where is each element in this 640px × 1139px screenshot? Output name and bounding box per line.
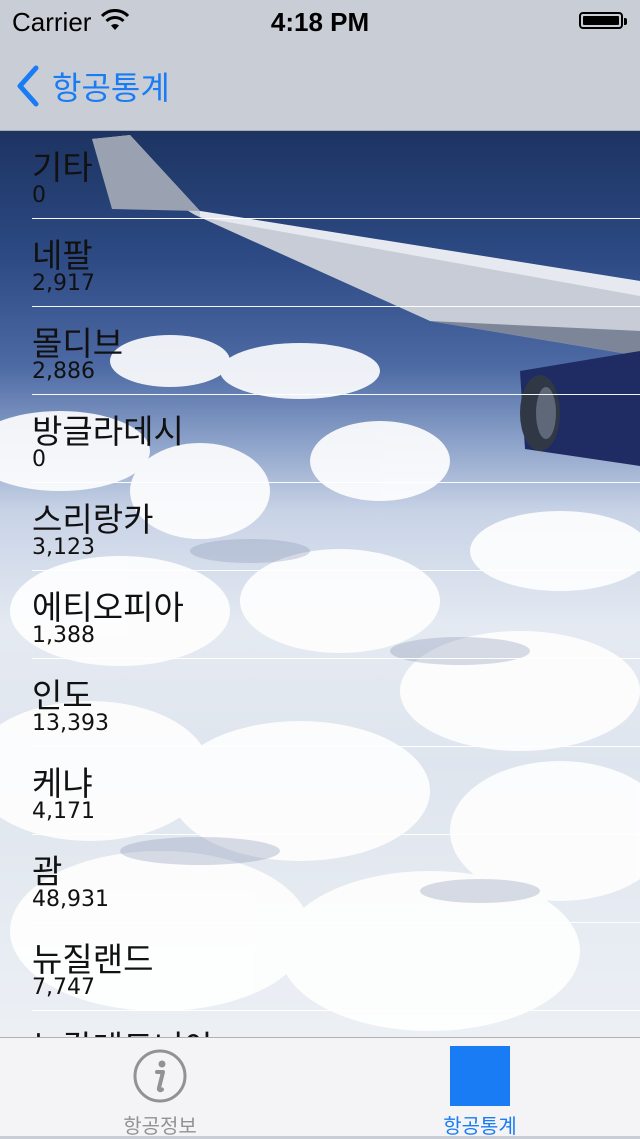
list-item[interactable]: 뉴질랜드 7,747 [32, 923, 640, 1011]
status-bar: Carrier 4:18 PM [0, 0, 640, 40]
battery-icon [579, 12, 627, 29]
info-icon [133, 1049, 187, 1103]
passenger-count: 48,931 [32, 887, 109, 912]
list-item[interactable]: 에티오피아 1,388 [32, 571, 640, 659]
list-item[interactable]: 인도 13,393 [32, 659, 640, 747]
country-name: 몰디브 [32, 324, 124, 363]
tab-label: 항공정보 [123, 1114, 197, 1138]
list-item[interactable]: 네팔 2,917 [32, 219, 640, 307]
list-item[interactable]: 뉴칼레도니아 [32, 1011, 640, 1037]
back-label: 항공통계 [52, 69, 170, 107]
passenger-count: 4,171 [32, 799, 95, 824]
passenger-count: 7,747 [32, 975, 95, 1000]
country-name: 뉴칼레도니아 [32, 1021, 214, 1037]
passenger-count: 1,388 [32, 623, 95, 648]
country-name: 스리랑카 [32, 500, 154, 539]
tab-bar: 항공정보 항공통계 [0, 1037, 640, 1138]
country-name: 방글라데시 [32, 412, 184, 451]
country-name: 기타 [32, 148, 93, 187]
clock: 4:18 PM [270, 7, 370, 37]
passenger-count: 0 [32, 183, 46, 208]
tab-flight-statistics[interactable]: 항공통계 [320, 1038, 640, 1138]
list-item[interactable]: 괌 48,931 [32, 835, 640, 923]
list-item[interactable]: 몰디브 2,886 [32, 307, 640, 395]
back-button[interactable]: 항공통계 [14, 64, 170, 108]
tab-label: 항공통계 [443, 1114, 517, 1138]
statistics-list-view[interactable]: 기타 0 네팔 2,917 몰디브 2,886 방글라데시 0 스리랑카 3,1… [0, 131, 640, 1037]
list-item[interactable]: 방글라데시 0 [32, 395, 640, 483]
country-name: 에티오피아 [32, 588, 184, 627]
country-name: 네팔 [32, 236, 93, 275]
country-name: 인도 [32, 676, 93, 715]
list-item[interactable]: 스리랑카 3,123 [32, 483, 640, 571]
passenger-count: 2,917 [32, 271, 95, 296]
passenger-count: 0 [32, 447, 46, 472]
passenger-count: 13,393 [32, 711, 109, 736]
country-name: 괌 [32, 852, 63, 891]
square-icon [450, 1046, 510, 1106]
list-item[interactable]: 기타 0 [32, 131, 640, 219]
chevron-left-icon [17, 65, 39, 107]
country-name: 케냐 [32, 764, 93, 803]
list-item[interactable]: 케냐 4,171 [32, 747, 640, 835]
statistics-list: 기타 0 네팔 2,917 몰디브 2,886 방글라데시 0 스리랑카 3,1… [0, 131, 640, 1037]
navigation-bar: 항공통계 [0, 40, 640, 131]
tab-flight-info[interactable]: 항공정보 [0, 1038, 320, 1138]
passenger-count: 3,123 [32, 535, 95, 560]
passenger-count: 2,886 [32, 359, 95, 384]
country-name: 뉴질랜드 [32, 940, 154, 979]
